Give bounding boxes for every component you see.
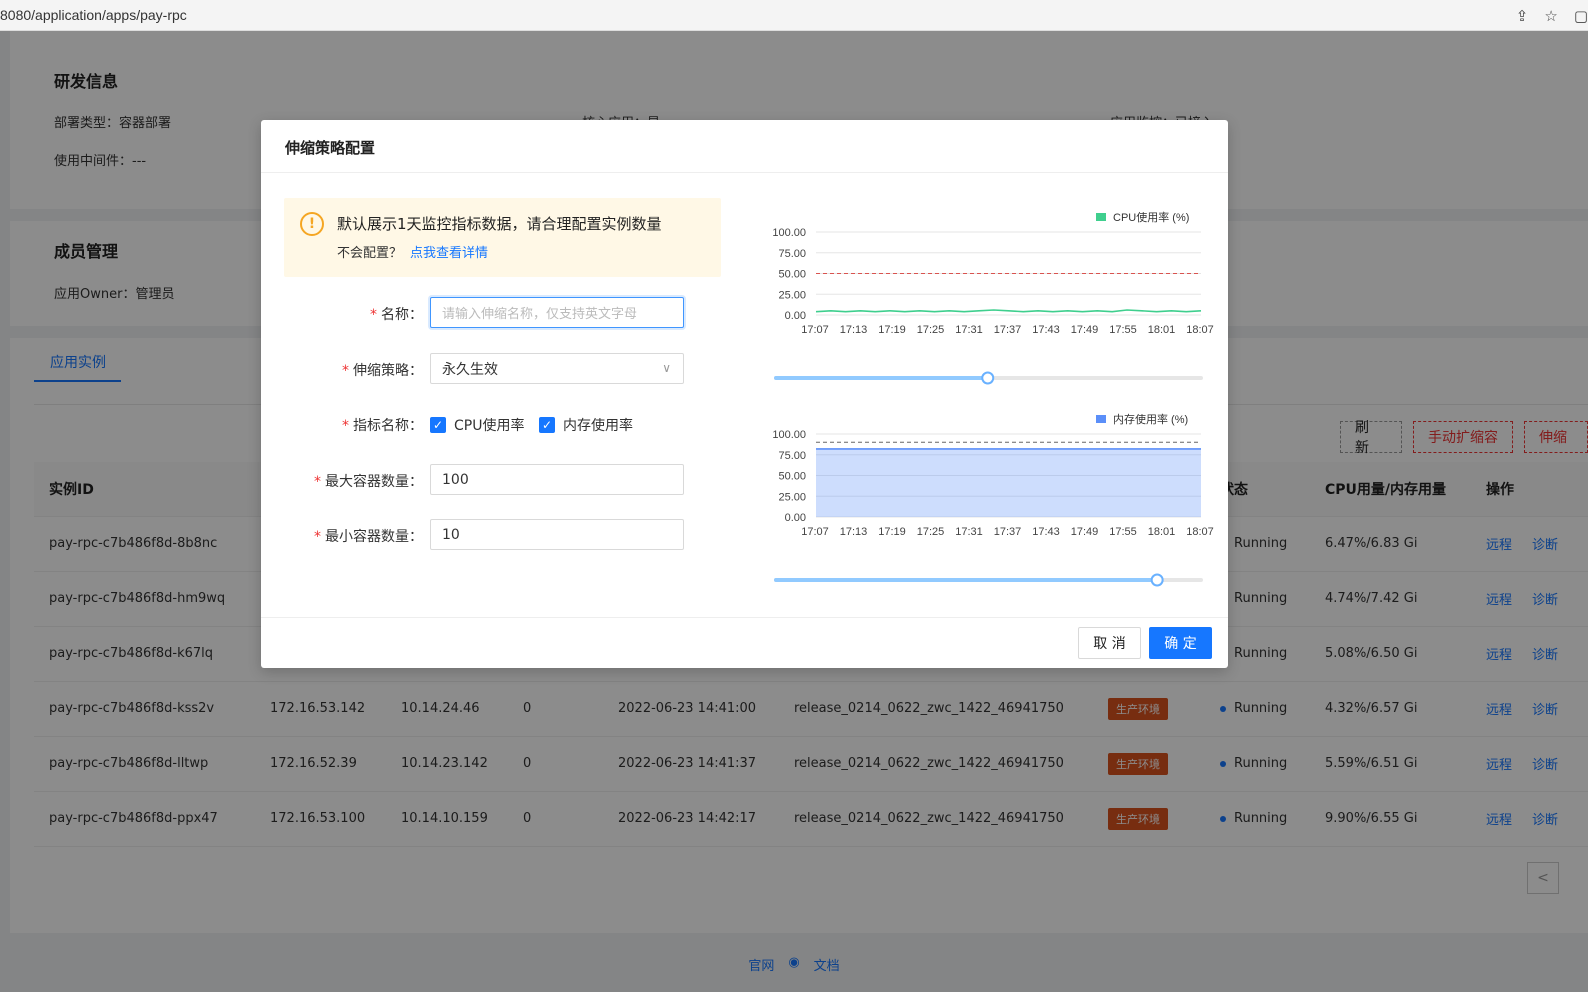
cpu-chart: CPU使用率 (%) 0.00 25.00 50.00 75.00 100.00 17:07… — [766, 200, 1216, 394]
modal-header: 伸缩策略配置 — [261, 120, 1228, 173]
cancel-button[interactable]: 取 消 — [1078, 627, 1141, 659]
max-label: * 最大容器数量： — [314, 474, 423, 490]
name-input[interactable]: 请输入伸缩名称，仅支持英文字母 — [430, 297, 684, 328]
x-tick-label: 17:55 — [1109, 324, 1137, 336]
share-icon[interactable]: ⇪ — [1516, 7, 1529, 25]
x-tick-label: 17:31 — [955, 324, 983, 336]
y-tick-label: 75.00 — [778, 450, 806, 462]
name-label: * 名称： — [370, 307, 423, 323]
x-tick-label: 18:07 — [1186, 324, 1214, 336]
warning-icon: ! — [300, 212, 324, 236]
y-tick-label: 75.00 — [778, 248, 806, 260]
slider-handle[interactable] — [1150, 573, 1164, 587]
check-icon: ✓ — [539, 417, 555, 433]
y-tick-label: 50.00 — [778, 471, 806, 483]
y-tick-label: 25.00 — [778, 491, 806, 503]
y-tick-label: 100.00 — [772, 429, 806, 441]
modal-footer: 取 消 确 定 — [261, 617, 1228, 668]
legend-swatch — [1096, 415, 1106, 423]
x-tick-label: 17:25 — [917, 526, 945, 538]
y-tick-label: 0.00 — [785, 512, 806, 524]
x-tick-label: 17:31 — [955, 526, 983, 538]
url-text[interactable]: 8080/application/apps/pay-rpc — [0, 7, 187, 23]
memory-checkbox[interactable]: ✓ 内存使用率 — [539, 415, 633, 435]
modal-title: 伸缩策略配置 — [285, 139, 376, 157]
legend-swatch — [1096, 213, 1106, 221]
y-tick-label: 50.00 — [778, 269, 806, 281]
alert-sub: 不会配置？ 点我查看详情 — [337, 242, 488, 261]
y-tick-label: 0.00 — [785, 310, 806, 322]
x-tick-label: 18:01 — [1148, 324, 1176, 336]
metric-label: * 指标名称： — [342, 418, 423, 434]
x-tick-label: 17:49 — [1071, 526, 1099, 538]
star-icon[interactable]: ☆ — [1544, 7, 1557, 25]
check-icon: ✓ — [430, 417, 446, 433]
legend-label: CPU使用率 (%) — [1113, 210, 1189, 224]
min-containers-input[interactable]: 10 — [430, 519, 684, 550]
name-placeholder: 请输入伸缩名称，仅支持英文字母 — [442, 307, 638, 322]
cpu-checkbox[interactable]: ✓ CPU使用率 — [430, 415, 524, 435]
x-tick-label: 17:19 — [878, 324, 906, 336]
y-tick-label: 100.00 — [772, 227, 806, 239]
x-tick-label: 18:01 — [1148, 526, 1176, 538]
x-tick-label: 17:55 — [1109, 526, 1137, 538]
series-area — [816, 448, 1201, 517]
series-line — [815, 309, 1202, 313]
policy-label: * 伸缩策略： — [342, 363, 423, 379]
alert-title: 默认展示1天监控指标数据，请合理配置实例数量 — [337, 215, 662, 233]
policy-select[interactable]: 永久生效 ∨ — [430, 353, 684, 384]
charts-panel: CPU使用率 (%) 0.00 25.00 50.00 75.00 100.00 17:07… — [766, 200, 1216, 596]
x-tick-label: 18:07 — [1186, 526, 1214, 538]
policy-value: 永久生效 — [442, 361, 498, 378]
slider-handle[interactable] — [981, 371, 995, 385]
alert-question: 不会配置？ — [337, 246, 403, 261]
min-label: * 最小容器数量： — [314, 529, 423, 545]
x-tick-label: 17:07 — [801, 324, 829, 336]
max-containers-input[interactable]: 100 — [430, 464, 684, 495]
x-tick-label: 17:13 — [840, 526, 868, 538]
x-tick-label: 17:37 — [994, 324, 1022, 336]
chevron-down-icon: ∨ — [662, 361, 671, 375]
x-tick-label: 17:43 — [1032, 324, 1060, 336]
x-tick-label: 17:07 — [801, 526, 829, 538]
x-tick-label: 17:37 — [994, 526, 1022, 538]
window-icon[interactable]: ▢ — [1574, 7, 1588, 25]
browser-url-bar: 8080/application/apps/pay-rpc ⇪ ☆ ▢ — [0, 0, 1588, 31]
x-tick-label: 17:25 — [917, 324, 945, 336]
metric-checkboxes: ✓ CPU使用率 ✓ 内存使用率 — [430, 415, 690, 435]
x-tick-label: 17:49 — [1071, 324, 1099, 336]
info-alert: ! 默认展示1天监控指标数据，请合理配置实例数量 不会配置？ 点我查看详情 — [284, 198, 721, 277]
scaling-policy-modal: 伸缩策略配置 ! 默认展示1天监控指标数据，请合理配置实例数量 不会配置？ 点我查… — [261, 120, 1228, 668]
y-tick-label: 25.00 — [778, 289, 806, 301]
legend-label: 内存使用率 (%) — [1113, 412, 1188, 426]
memory-chart: 内存使用率 (%) 0.00 25.00 50.00 75.00 100.00 17:07 1… — [766, 402, 1216, 596]
details-link[interactable]: 点我查看详情 — [410, 246, 488, 261]
x-tick-label: 17:13 — [840, 324, 868, 336]
x-tick-label: 17:43 — [1032, 526, 1060, 538]
ok-button[interactable]: 确 定 — [1149, 627, 1212, 659]
x-tick-label: 17:19 — [878, 526, 906, 538]
